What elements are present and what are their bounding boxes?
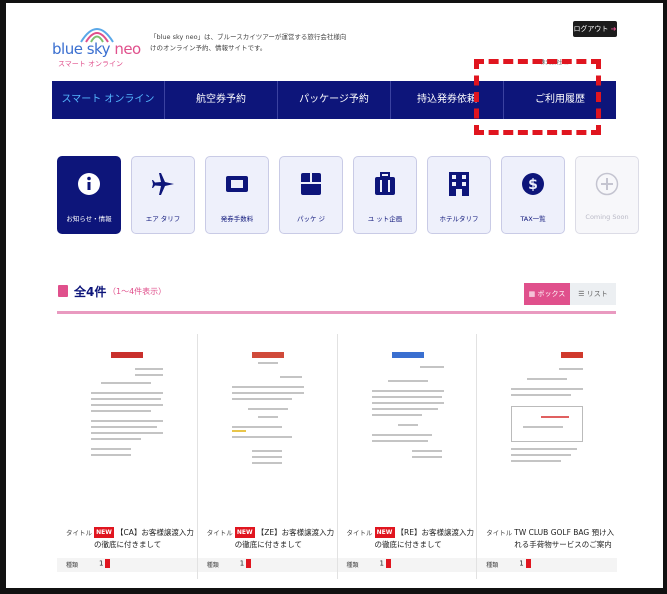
luggage-icon bbox=[354, 169, 416, 199]
title-label: タイトル bbox=[66, 529, 92, 537]
airline-logo-icon bbox=[561, 352, 584, 358]
plus-circle-icon bbox=[576, 169, 638, 199]
tile-label: ユ ット企画 bbox=[367, 215, 403, 223]
airline-logo-icon bbox=[251, 352, 284, 358]
tile-label: エア タリフ bbox=[145, 215, 181, 223]
airplane-icon bbox=[132, 169, 194, 199]
meta-label: 種類 bbox=[346, 562, 359, 569]
info-icon bbox=[58, 169, 120, 199]
meta-row: 種類 1 bbox=[477, 558, 618, 572]
document-thumbnail[interactable] bbox=[501, 346, 594, 484]
ticket-icon bbox=[206, 169, 268, 199]
meta-label: 種類 bbox=[486, 562, 499, 569]
tile-label: TAX一覧 bbox=[520, 215, 546, 223]
airline-logo-icon bbox=[111, 352, 143, 358]
tile-notices[interactable]: お知らせ・情報 bbox=[57, 156, 121, 234]
meta-value: 1 bbox=[99, 559, 111, 568]
airline-logo-icon bbox=[391, 352, 424, 358]
meta-value: 1 bbox=[240, 559, 252, 568]
tile-tax-list[interactable]: $ TAX一覧 bbox=[501, 156, 565, 234]
meta-label: 種類 bbox=[206, 562, 219, 569]
new-badge: NEW bbox=[374, 527, 395, 538]
logout-arrow-icon: ➜ bbox=[610, 25, 617, 33]
title-label: タイトル bbox=[346, 529, 373, 537]
highlight-box bbox=[474, 59, 601, 135]
document-thumbnail[interactable] bbox=[221, 346, 314, 484]
box-view-button[interactable]: ▦ ボックス bbox=[524, 283, 570, 305]
document-stack-icon bbox=[58, 285, 68, 297]
document-thumbnail[interactable] bbox=[81, 346, 173, 484]
tile-label: 発券手数料 bbox=[220, 215, 254, 223]
nav-item-smart-online[interactable]: スマート オンライン bbox=[52, 81, 165, 119]
tile-issuing-fee[interactable]: 発券手数料 bbox=[205, 156, 269, 234]
tile-label: お知らせ・情報 bbox=[66, 215, 112, 223]
logo-subtitle: スマート オンライン bbox=[58, 60, 124, 68]
result-range: （1～4件表示） bbox=[108, 287, 167, 296]
notice-card[interactable]: タイトル 【RE】お客様譲渡入力の徹底に付きまして NEW 種類 1 bbox=[336, 334, 478, 579]
meta-row: 種類 1 bbox=[57, 558, 197, 572]
title-label: タイトル bbox=[206, 529, 233, 537]
notice-title[interactable]: TW CLUB GOLF BAG 預け入れる手荷物サービスのご案内 bbox=[514, 527, 614, 551]
notice-card[interactable]: タイトル 【CA】お客様譲渡入力の徹底に付きまして NEW 種類 1 bbox=[57, 334, 197, 579]
meta-value: 1 bbox=[519, 559, 531, 568]
package-icon bbox=[280, 169, 342, 199]
list-view-button[interactable]: ☰ リスト bbox=[570, 283, 616, 305]
result-count: 全4件 bbox=[74, 285, 107, 299]
site-tagline: 「blue sky neo」は、ブルースカイツアーが運営する旅行会社様向けのオン… bbox=[150, 33, 347, 52]
meta-label: 種類 bbox=[66, 562, 79, 569]
logo-wordmark: blue sky neo bbox=[52, 40, 141, 58]
view-toggle: ▦ ボックス ☰ リスト bbox=[524, 283, 616, 305]
nav-item-air-ticket[interactable]: 航空券予約 bbox=[165, 81, 278, 119]
tile-hotel-tariff[interactable]: ホテルタリフ bbox=[427, 156, 491, 234]
tile-unit-plan[interactable]: ユ ット企画 bbox=[353, 156, 417, 234]
notice-cards: タイトル 【CA】お客様譲渡入力の徹底に付きまして NEW 種類 1 タイトル … bbox=[57, 334, 618, 579]
meta-row: 種類 1 bbox=[337, 558, 478, 572]
nav-item-package[interactable]: パッケージ予約 bbox=[278, 81, 391, 119]
meta-row: 種類 1 bbox=[197, 558, 338, 572]
category-tiles: お知らせ・情報 エア タリフ 発券手数料 パッケ ジ ユ ット企画 ホテルタリフ… bbox=[57, 156, 639, 234]
title-label: タイトル bbox=[486, 529, 513, 537]
hotel-icon bbox=[428, 169, 490, 199]
notice-card[interactable]: タイトル TW CLUB GOLF BAG 預け入れる手荷物サービスのご案内 種… bbox=[476, 334, 618, 579]
tile-coming-soon: Coming Soon bbox=[575, 156, 639, 234]
new-badge: NEW bbox=[234, 527, 255, 538]
divider bbox=[57, 311, 616, 314]
notice-card[interactable]: タイトル 【ZE】お客様譲渡入力の徹底に付きまして NEW 種類 1 bbox=[196, 334, 338, 579]
tile-label: Coming Soon bbox=[585, 213, 629, 221]
brand-logo[interactable]: blue sky neo スマート オンライン bbox=[52, 22, 142, 68]
meta-value: 1 bbox=[380, 559, 391, 568]
dollar-icon: $ bbox=[502, 169, 564, 199]
svg-text:$: $ bbox=[528, 177, 538, 193]
tile-label: ホテルタリフ bbox=[439, 215, 479, 223]
new-badge: NEW bbox=[94, 527, 114, 538]
tile-package[interactable]: パッケ ジ bbox=[279, 156, 343, 234]
document-thumbnail[interactable] bbox=[361, 346, 454, 484]
logout-button[interactable]: ログアウト ➜ bbox=[573, 21, 617, 37]
tile-air-tariff[interactable]: エア タリフ bbox=[131, 156, 195, 234]
tile-label: パッケ ジ bbox=[296, 215, 326, 223]
